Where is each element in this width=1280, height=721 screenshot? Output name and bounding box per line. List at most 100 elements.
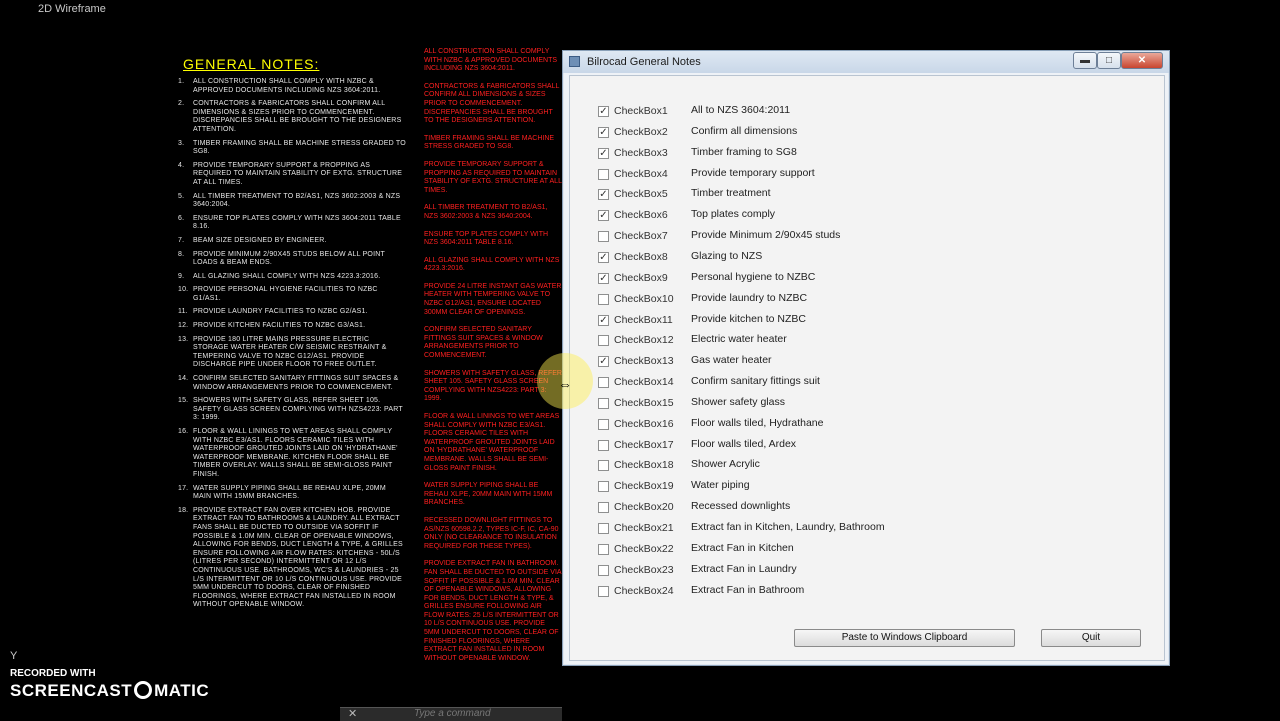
- checkbox-name[interactable]: CheckBox12: [614, 334, 674, 346]
- note-text: Contractors & fabricators shall confirm …: [193, 100, 402, 133]
- general-note-item: 11. Provide laundry facilities to NZBC G2…: [178, 308, 406, 317]
- checkbox-17[interactable]: [598, 439, 609, 451]
- quit-button[interactable]: Quit: [1041, 629, 1141, 647]
- checkbox-description: Provide Minimum 2/90x45 studs: [691, 229, 841, 242]
- record-icon: [134, 681, 153, 699]
- checkbox-9[interactable]: ✓: [598, 272, 609, 284]
- checkbox-description: Floor walls tiled, Ardex: [691, 437, 797, 450]
- general-note-item: 3. Timber framing shall be machine stress…: [178, 140, 406, 157]
- checkbox-23[interactable]: [598, 564, 609, 576]
- screencast-watermark: RECORDED WITH SCREENCAST MATIC: [10, 668, 209, 701]
- checkbox-name[interactable]: CheckBox11: [614, 314, 673, 326]
- note-text: Provide 180 litre mains pressure electri…: [193, 335, 387, 369]
- note-number: 12.: [178, 322, 189, 330]
- title-bar[interactable]: Bilrocad General Notes ▬ □ ✕: [563, 51, 1169, 73]
- general-note-item: 14. Confirm selected sanitary fittings su…: [178, 375, 406, 392]
- command-input[interactable]: Type a command: [414, 708, 491, 719]
- note-number: 13.: [178, 335, 189, 343]
- checkbox-3[interactable]: ✓: [598, 147, 609, 159]
- general-note-item: 4. Provide temporary support & propping a…: [178, 162, 406, 188]
- note-text: Provide minimum 2/90x45 studs below all …: [193, 250, 385, 267]
- checkbox-description: Confirm sanitary fittings suit: [691, 375, 820, 388]
- checkbox-name[interactable]: CheckBox23: [614, 564, 674, 576]
- checkbox-description: Recessed downlights: [691, 500, 791, 513]
- note-number: 8.: [178, 250, 185, 258]
- resize-cursor-icon: ⇔: [558, 376, 572, 392]
- checkbox-name[interactable]: CheckBox13: [614, 355, 674, 367]
- viewport-label[interactable]: 2D Wireframe: [38, 3, 106, 15]
- checkbox-5[interactable]: ✓: [598, 189, 609, 201]
- checkbox-name[interactable]: CheckBox20: [614, 501, 674, 513]
- general-note-item: 12. Provide kitchen facilities to NZBC G3…: [178, 322, 406, 331]
- app-icon: [569, 56, 580, 67]
- checkbox-13[interactable]: ✓: [598, 356, 609, 368]
- checkbox-name[interactable]: CheckBox16: [614, 418, 674, 430]
- checkbox-12[interactable]: [598, 335, 609, 347]
- checkbox-name[interactable]: CheckBox22: [614, 543, 674, 555]
- checkbox-description: Water piping: [691, 479, 750, 492]
- command-line[interactable]: ✕ Type a command: [340, 707, 562, 721]
- note-number: 5.: [178, 192, 185, 200]
- general-note-item: 15. Showers with safety glass, refer shee…: [178, 397, 406, 423]
- checkbox-name[interactable]: CheckBox2: [614, 126, 668, 138]
- close-button[interactable]: ✕: [1121, 52, 1163, 69]
- checkbox-6[interactable]: ✓: [598, 210, 609, 222]
- checkbox-name[interactable]: CheckBox8: [614, 251, 668, 263]
- checkbox-name[interactable]: CheckBox7: [614, 230, 668, 242]
- checkbox-name[interactable]: CheckBox14: [614, 376, 674, 388]
- checkbox-19[interactable]: [598, 481, 609, 493]
- paste-to-clipboard-button[interactable]: Paste to Windows Clipboard: [794, 629, 1015, 647]
- general-note-item: 8. Provide minimum 2/90x45 studs below al…: [178, 251, 406, 268]
- checkbox-name[interactable]: CheckBox1: [614, 105, 668, 117]
- note-number: 3.: [178, 139, 185, 147]
- red-note-item: Provide 24 litre instant gas water heate…: [424, 282, 562, 316]
- red-note-item: All glazing shall comply with NZS 4223.3…: [424, 256, 560, 273]
- general-note-item: 2. Contractors & fabricators shall confir…: [178, 100, 406, 134]
- checkbox-name[interactable]: CheckBox5: [614, 188, 668, 200]
- checkbox-15[interactable]: [598, 397, 609, 409]
- note-number: 11.: [178, 308, 188, 316]
- checkbox-name[interactable]: CheckBox24: [614, 585, 674, 597]
- note-text: All glazing shall comply with NZS 4223.3…: [193, 272, 381, 280]
- note-text: Confirm selected sanitary fittings suit …: [193, 375, 399, 391]
- checkbox-name[interactable]: CheckBox18: [614, 459, 674, 471]
- checkbox-7[interactable]: [598, 231, 609, 243]
- checkbox-name[interactable]: CheckBox4: [614, 168, 668, 180]
- checkbox-2[interactable]: ✓: [598, 126, 609, 138]
- checkbox-18[interactable]: [598, 460, 609, 472]
- checkbox-22[interactable]: [598, 543, 609, 555]
- checkbox-11[interactable]: ✓: [598, 314, 609, 326]
- checkbox-20[interactable]: [598, 502, 609, 514]
- checkbox-name[interactable]: CheckBox17: [614, 439, 674, 451]
- checkbox-name[interactable]: CheckBox9: [614, 272, 668, 284]
- general-note-item: 13. Provide 180 litre mains pressure elec…: [178, 336, 406, 370]
- checkbox-8[interactable]: ✓: [598, 251, 609, 263]
- checkbox-name[interactable]: CheckBox10: [614, 293, 674, 305]
- checkbox-14[interactable]: [598, 377, 609, 389]
- checkbox-description: Glazing to NZS: [691, 249, 763, 262]
- general-note-item: 10. Provide personal hygiene facilities t…: [178, 286, 406, 303]
- note-text: Provide laundry facilities to NZBC G2/AS…: [193, 308, 368, 316]
- checkbox-1[interactable]: ✓: [598, 106, 609, 117]
- checkbox-10[interactable]: [598, 293, 609, 305]
- note-text: All construction shall comply with NZBC …: [193, 78, 381, 94]
- maximize-button[interactable]: □: [1097, 52, 1121, 69]
- checkbox-name[interactable]: CheckBox15: [614, 397, 674, 409]
- checkbox-name[interactable]: CheckBox3: [614, 147, 668, 159]
- checkbox-description: Extract Fan in Bathroom: [691, 583, 805, 596]
- checkbox-name[interactable]: CheckBox6: [614, 209, 668, 221]
- checkbox-21[interactable]: [598, 523, 609, 534]
- checkbox-name[interactable]: CheckBox19: [614, 480, 674, 492]
- checkbox-name[interactable]: CheckBox21: [614, 522, 674, 534]
- checkbox-description: Electric water heater: [691, 333, 787, 346]
- checkbox-description: Shower safety glass: [691, 395, 785, 408]
- red-note-item: Timber framing shall be machine stress g…: [424, 134, 555, 151]
- checkbox-16[interactable]: [598, 418, 609, 430]
- note-text: Provide temporary support & propping as …: [193, 161, 403, 186]
- red-note-item: Provide extract fan in bathroom. Fan sha…: [424, 560, 562, 662]
- checkbox-4[interactable]: [598, 168, 609, 180]
- checkbox-24[interactable]: [598, 585, 609, 597]
- close-command-icon[interactable]: ✕: [348, 707, 357, 720]
- minimize-button[interactable]: ▬: [1073, 52, 1097, 69]
- general-note-item: 17. Water supply piping shall be Rehau XL…: [178, 485, 406, 502]
